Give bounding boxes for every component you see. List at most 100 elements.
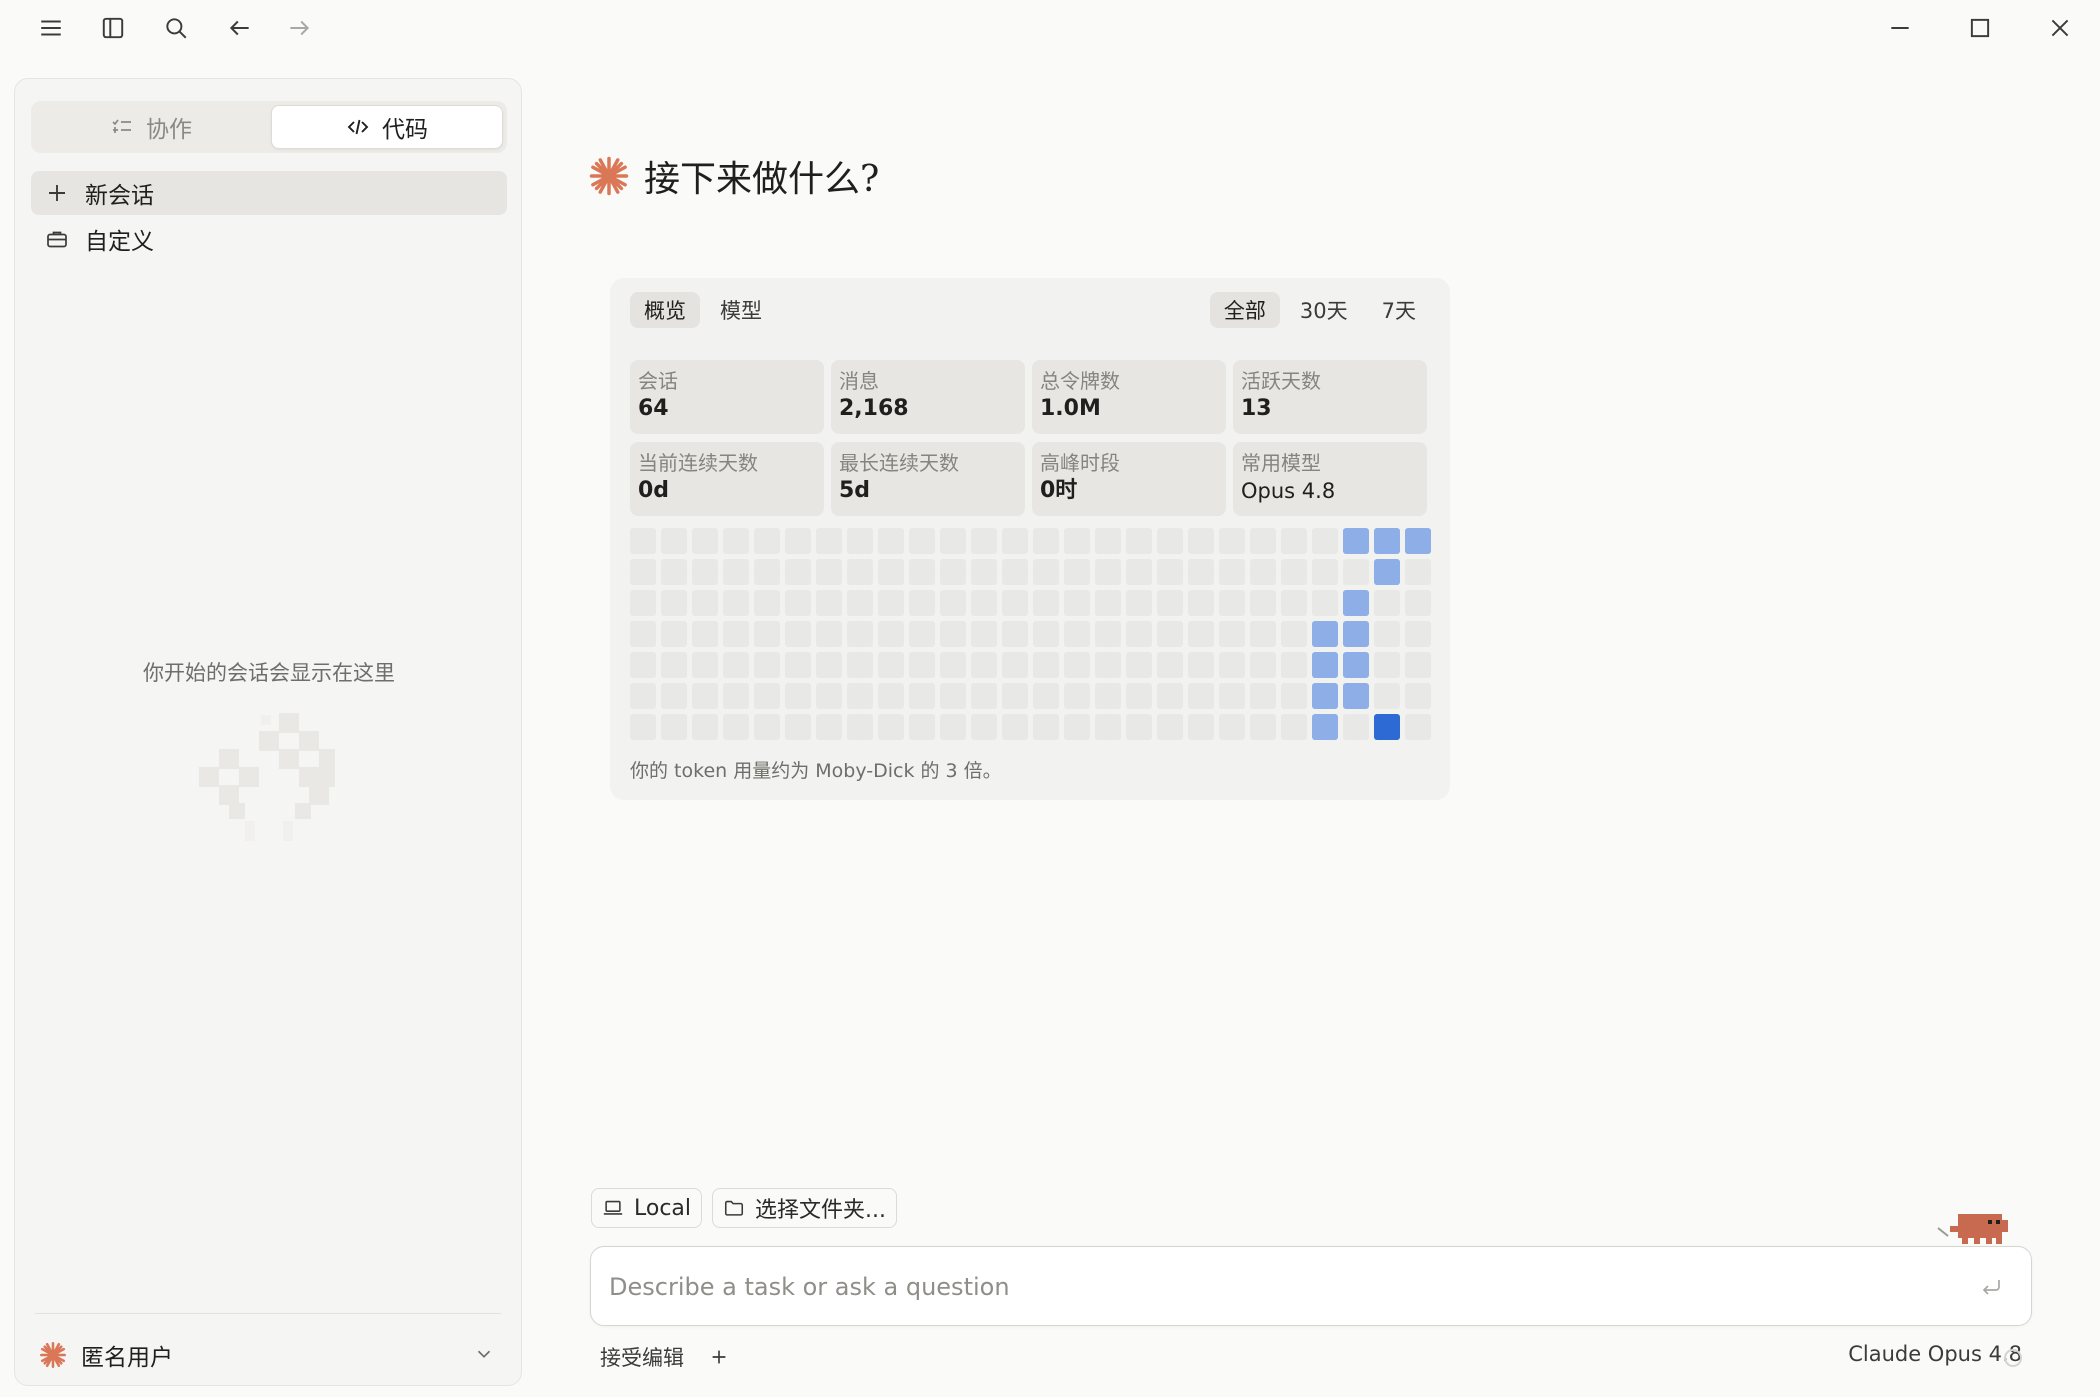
chevron-down-icon — [477, 1350, 491, 1358]
range-tabs: 全部 30天 7天 — [1209, 292, 1430, 328]
prompt-box — [590, 1246, 2032, 1326]
heatmap-cell — [754, 528, 780, 554]
tab-collaborate[interactable]: 协作 — [35, 105, 267, 149]
permission-mode-button[interactable]: 接受编辑 — [600, 1342, 684, 1372]
heatmap-cell — [1219, 528, 1245, 554]
heatmap-cell — [1281, 528, 1307, 554]
tasks-icon — [112, 119, 131, 133]
heatmap-cell — [878, 714, 904, 740]
heatmap-cell — [1033, 621, 1059, 647]
close-icon[interactable] — [2040, 10, 2080, 46]
view-tabs: 概览 模型 — [630, 292, 776, 328]
heatmap-cell — [1188, 590, 1214, 616]
heatmap-cell — [785, 528, 811, 554]
metric-value: 5d — [839, 478, 871, 503]
heatmap-cell — [1281, 652, 1307, 678]
heatmap-cell — [847, 621, 873, 647]
model-selector[interactable]: Claude Opus 4.8 — [1848, 1342, 2022, 1366]
heatmap-cell — [1157, 652, 1183, 678]
new-session-button[interactable]: 新会话 — [31, 171, 507, 215]
empty-state-text: 你开始的会话会显示在这里 — [143, 661, 395, 685]
heatmap-cell — [1312, 652, 1338, 678]
heatmap-cell — [754, 714, 780, 740]
heatmap-cell — [1219, 559, 1245, 585]
range-30d[interactable]: 30天 — [1286, 292, 1362, 328]
heatmap-cell — [630, 652, 656, 678]
back-arrow-icon[interactable] — [220, 10, 260, 46]
maximize-icon[interactable] — [1960, 10, 2000, 46]
heatmap-cell — [1002, 528, 1028, 554]
heatmap-cell — [785, 590, 811, 616]
metric-label: 常用模型 — [1241, 451, 1321, 475]
heatmap-cell — [1374, 528, 1400, 554]
customize-button[interactable]: 自定义 — [31, 217, 507, 261]
heatmap-cell — [785, 714, 811, 740]
heatmap-cell — [661, 714, 687, 740]
sidebar: 协作 代码 新会话 自定义 你开始的会话会显示在这里 匿名用户 — [14, 78, 522, 1386]
heatmap-cell — [1002, 714, 1028, 740]
heatmap-cell — [940, 559, 966, 585]
heatmap-cell — [630, 683, 656, 709]
heatmap-cell — [816, 590, 842, 616]
page-title: 接下来做什么? — [644, 159, 880, 200]
heatmap-cell — [1343, 559, 1369, 585]
select-folder-button[interactable]: 选择文件夹... — [712, 1188, 897, 1228]
heatmap-cell — [1188, 714, 1214, 740]
sidebar-divider — [35, 1313, 501, 1314]
metric-label: 活跃天数 — [1241, 369, 1321, 393]
user-name: 匿名用户 — [81, 1345, 173, 1371]
tab-code[interactable]: 代码 — [271, 105, 503, 149]
heatmap-cell — [723, 714, 749, 740]
heatmap-cell — [1033, 559, 1059, 585]
heatmap-cell — [971, 621, 997, 647]
heatmap-cell — [1188, 621, 1214, 647]
heatmap-cell — [1064, 714, 1090, 740]
heatmap-cell — [1157, 714, 1183, 740]
heatmap-cell — [723, 528, 749, 554]
heatmap-cell — [1250, 621, 1276, 647]
tab-overview[interactable]: 概览 — [630, 292, 700, 328]
heatmap-cell — [1002, 590, 1028, 616]
sidebar-toggle-icon[interactable] — [93, 10, 133, 46]
heatmap-cell — [909, 714, 935, 740]
heatmap-cell — [692, 528, 718, 554]
user-menu[interactable]: 匿名用户 — [39, 1333, 499, 1377]
heatmap-cell — [1219, 714, 1245, 740]
search-icon[interactable] — [156, 10, 196, 46]
heatmap-cell — [816, 714, 842, 740]
environment-button[interactable]: Local — [591, 1188, 703, 1228]
heatmap-cell — [1250, 528, 1276, 554]
menu-icon[interactable] — [31, 10, 71, 46]
range-7d[interactable]: 7天 — [1368, 292, 1430, 328]
heatmap-cell — [1312, 528, 1338, 554]
forward-arrow-icon[interactable] — [279, 10, 319, 46]
plus-icon — [49, 185, 65, 201]
mascot-icon — [1937, 1214, 2008, 1244]
heatmap-cell — [723, 590, 749, 616]
heatmap-cell — [1343, 714, 1369, 740]
heatmap-cell — [909, 652, 935, 678]
metric-current-streak: 当前连续天数 0d — [630, 442, 824, 516]
plus-icon[interactable] — [708, 1346, 730, 1368]
environment-label: Local — [634, 1195, 692, 1221]
prompt-input[interactable] — [609, 1265, 1949, 1309]
heatmap-cell — [1405, 559, 1431, 585]
heatmap-cell — [878, 652, 904, 678]
heatmap-cell — [1219, 652, 1245, 678]
metric-value: 13 — [1241, 396, 1272, 421]
heatmap-cell — [723, 621, 749, 647]
enter-icon[interactable] — [1979, 1275, 2003, 1299]
heatmap-cell — [785, 683, 811, 709]
heatmap-cell — [661, 683, 687, 709]
heatmap-cell — [940, 528, 966, 554]
heatmap-cell — [1374, 714, 1400, 740]
metric-favorite-model: 常用模型 Opus 4.8 — [1233, 442, 1427, 516]
minimize-icon[interactable] — [1880, 10, 1920, 46]
tab-models[interactable]: 模型 — [706, 292, 776, 328]
heatmap-cell — [847, 683, 873, 709]
heatmap-cell — [1033, 528, 1059, 554]
metric-peak-hour: 高峰时段 0时 — [1032, 442, 1226, 516]
range-all[interactable]: 全部 — [1209, 292, 1280, 328]
heatmap-cell — [1250, 559, 1276, 585]
heatmap-cell — [1374, 683, 1400, 709]
